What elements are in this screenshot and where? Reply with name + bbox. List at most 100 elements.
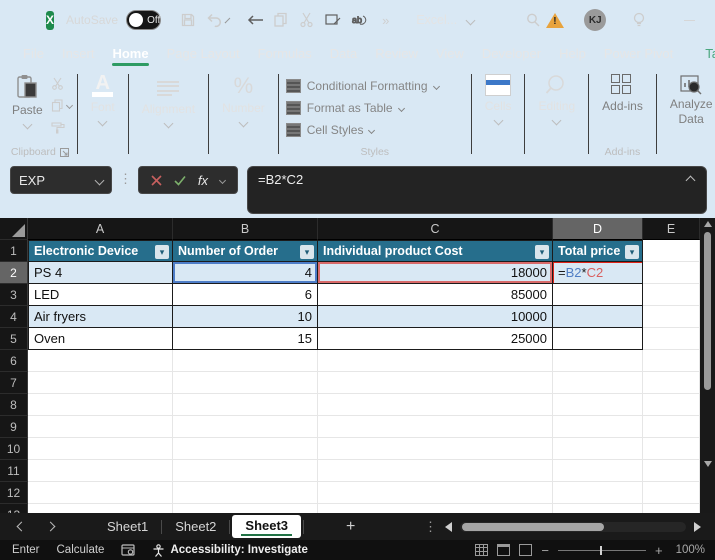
row-header-9[interactable]: 9: [0, 416, 28, 438]
cell-C12[interactable]: [318, 482, 553, 504]
column-header-E[interactable]: E: [643, 218, 700, 240]
cell-E12[interactable]: [643, 482, 700, 504]
cell-A11[interactable]: [28, 460, 173, 482]
title-chevron-icon[interactable]: [466, 15, 476, 25]
tab-insert[interactable]: Insert: [53, 43, 104, 64]
page-break-view-icon[interactable]: [519, 544, 532, 556]
sheet-tab-sheet3[interactable]: Sheet3: [232, 515, 301, 538]
zoom-slider[interactable]: [558, 550, 646, 551]
zoom-level[interactable]: 100%: [676, 544, 705, 556]
cell-C11[interactable]: [318, 460, 553, 482]
row-header-8[interactable]: 8: [0, 394, 28, 416]
cell-C6[interactable]: [318, 350, 553, 372]
name-box[interactable]: EXP: [10, 166, 112, 194]
tab-scroll-divider[interactable]: ⋮: [424, 519, 437, 535]
row-header-3[interactable]: 3: [0, 284, 28, 306]
cell-E6[interactable]: [643, 350, 700, 372]
copy-button[interactable]: [51, 96, 72, 114]
horizontal-scroll-track[interactable]: [460, 522, 686, 532]
active-cell-D2[interactable]: =B2*C2: [553, 262, 643, 284]
vertical-scrollbar[interactable]: [700, 218, 715, 513]
cell-B4[interactable]: 10: [173, 306, 318, 328]
formula-input[interactable]: =B2*C2: [247, 166, 707, 214]
normal-view-icon[interactable]: [475, 544, 488, 556]
save-icon[interactable]: [175, 7, 201, 33]
cell-D4[interactable]: [553, 306, 643, 328]
column-header-B[interactable]: B: [173, 218, 318, 240]
cell-B2[interactable]: 4: [173, 262, 318, 284]
cell-B10[interactable]: [173, 438, 318, 460]
cell-C8[interactable]: [318, 394, 553, 416]
cell-A10[interactable]: [28, 438, 173, 460]
cell-A5[interactable]: Oven: [28, 328, 173, 350]
row-header-5[interactable]: 5: [0, 328, 28, 350]
cell-E5[interactable]: [643, 328, 700, 350]
filter-button[interactable]: ▾: [625, 245, 639, 259]
cell-E4[interactable]: [643, 306, 700, 328]
cell-E2[interactable]: [643, 262, 700, 284]
cell-D7[interactable]: [553, 372, 643, 394]
minimize-button[interactable]: [672, 0, 706, 40]
cell-B7[interactable]: [173, 372, 318, 394]
cell-D1[interactable]: Total price▾: [553, 240, 643, 262]
cell-A8[interactable]: [28, 394, 173, 416]
excel-logo-icon[interactable]: X: [46, 11, 54, 30]
cell-B8[interactable]: [173, 394, 318, 416]
previous-sheet-icon[interactable]: [17, 522, 27, 532]
cell-D5[interactable]: [553, 328, 643, 350]
cell-B3[interactable]: 6: [173, 284, 318, 306]
cell-C2[interactable]: 18000: [318, 262, 553, 284]
row-header-13[interactable]: 13: [0, 504, 28, 513]
cell-A1[interactable]: Electronic Device▾: [28, 240, 173, 262]
row-header-11[interactable]: 11: [0, 460, 28, 482]
dialog-launcher-icon[interactable]: [60, 148, 69, 157]
page-layout-view-icon[interactable]: [497, 544, 510, 556]
cell-B6[interactable]: [173, 350, 318, 372]
insert-function-icon[interactable]: fx: [198, 173, 208, 188]
cell-E10[interactable]: [643, 438, 700, 460]
fx-chevron-icon[interactable]: [219, 176, 226, 183]
number-menu-button[interactable]: % Number: [212, 70, 275, 130]
cell-E3[interactable]: [643, 284, 700, 306]
cell-E7[interactable]: [643, 372, 700, 394]
cell-E8[interactable]: [643, 394, 700, 416]
font-menu-button[interactable]: A Font: [81, 70, 125, 129]
column-header-C[interactable]: C: [318, 218, 553, 240]
next-sheet-icon[interactable]: [46, 522, 56, 532]
calculate-indicator[interactable]: Calculate: [57, 544, 105, 556]
alignment-menu-button[interactable]: Alignment: [132, 70, 205, 131]
cell-E13[interactable]: [643, 504, 700, 513]
cell-D12[interactable]: [553, 482, 643, 504]
row-header-6[interactable]: 6: [0, 350, 28, 372]
tab-page-layout[interactable]: Page Layout: [158, 43, 249, 64]
tab-view[interactable]: View: [427, 43, 473, 64]
horizontal-scroll-thumb[interactable]: [462, 523, 604, 531]
tab-table-design[interactable]: Table Design: [696, 43, 715, 64]
copy-icon[interactable]: [268, 7, 294, 33]
row-header-2[interactable]: 2: [0, 262, 28, 284]
zoom-in-icon[interactable]: +: [655, 543, 663, 558]
cell-A9[interactable]: [28, 416, 173, 438]
cell-C4[interactable]: 10000: [318, 306, 553, 328]
cell-D11[interactable]: [553, 460, 643, 482]
tab-power-pivot[interactable]: Power Pivot: [595, 43, 682, 64]
warning-icon[interactable]: !: [546, 13, 564, 28]
sheet-tab-sheet1[interactable]: Sheet1: [94, 515, 161, 538]
avatar[interactable]: KJ: [584, 9, 606, 31]
expand-formula-bar-icon[interactable]: [686, 176, 696, 186]
cell-A13[interactable]: [28, 504, 173, 513]
cells-menu-button[interactable]: Cells: [475, 70, 522, 128]
sheet-tab-sheet2[interactable]: Sheet2: [162, 515, 229, 538]
quick-access-overflow-icon[interactable]: »: [372, 7, 398, 33]
cell-B9[interactable]: [173, 416, 318, 438]
cell-C5[interactable]: 25000: [318, 328, 553, 350]
enter-icon[interactable]: [174, 175, 186, 186]
cell-D6[interactable]: [553, 350, 643, 372]
cell-B13[interactable]: [173, 504, 318, 513]
filter-button[interactable]: ▾: [300, 245, 314, 259]
zoom-out-icon[interactable]: −: [541, 543, 549, 558]
filter-button[interactable]: ▾: [535, 245, 549, 259]
cell-E11[interactable]: [643, 460, 700, 482]
cell-D9[interactable]: [553, 416, 643, 438]
autosave-toggle[interactable]: Off: [126, 10, 161, 30]
